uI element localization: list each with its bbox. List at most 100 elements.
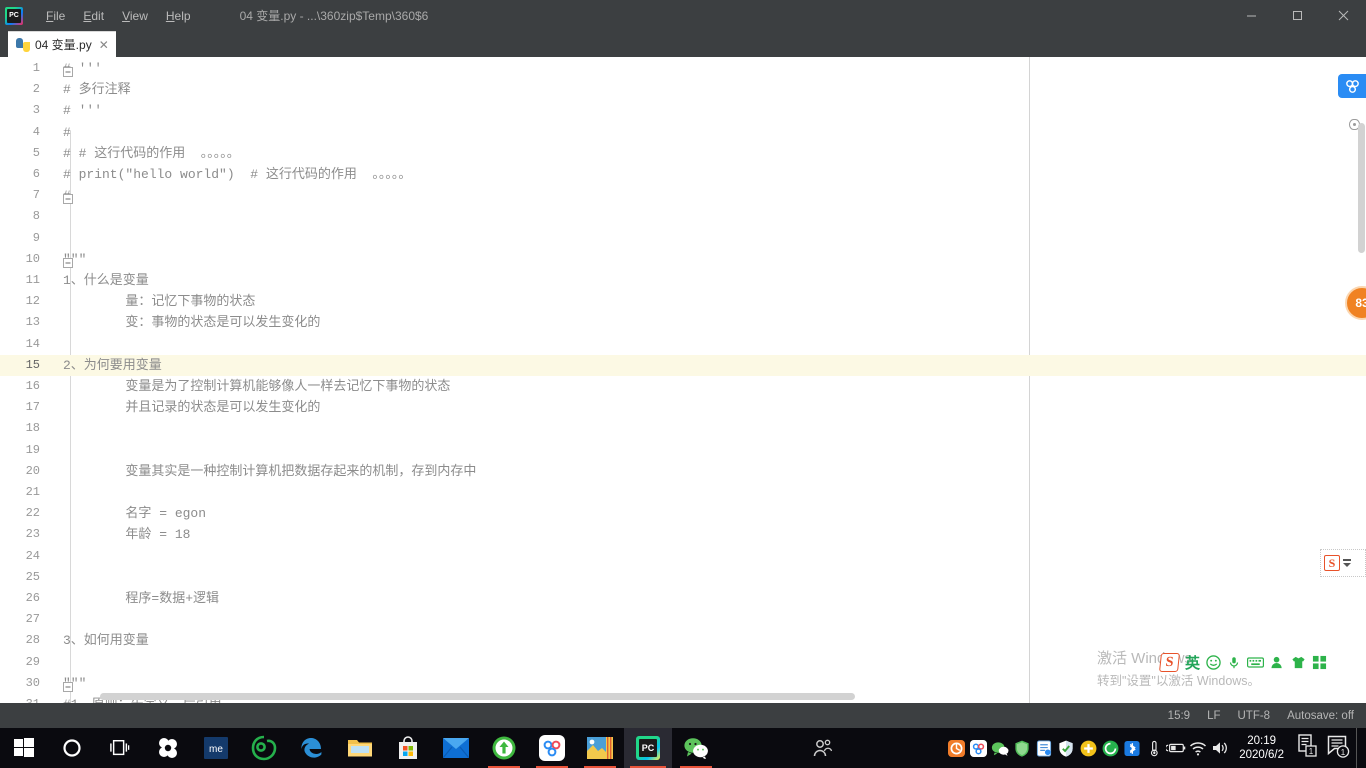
tray-volume[interactable]: [1209, 728, 1231, 768]
start-button[interactable]: [0, 728, 48, 768]
baidu-netdisk-float-button[interactable]: [1338, 74, 1366, 98]
tray-temperature[interactable]: [1143, 728, 1165, 768]
code-line[interactable]: 25: [0, 567, 1366, 588]
code-line[interactable]: 17 并且记录的状态是可以发生变化的: [0, 397, 1366, 418]
line-separator[interactable]: LF: [1207, 710, 1220, 722]
code-line[interactable]: 23 年龄 = 18: [0, 524, 1366, 545]
code-line[interactable]: 22 名字 = egon: [0, 503, 1366, 524]
tray-battery[interactable]: [1165, 728, 1187, 768]
tray-wechat[interactable]: [989, 728, 1011, 768]
people-icon: [813, 739, 833, 757]
code-line[interactable]: 14: [0, 334, 1366, 355]
code-line[interactable]: 19: [0, 440, 1366, 461]
code-lines[interactable]: 1 # ''' 2 # 多行注释 3 # ''' 4 #5 # # 这行代码的作用 。。。。。 6…: [0, 57, 1366, 703]
code-line[interactable]: 12 量：记忆下事物的状态: [0, 291, 1366, 312]
menu-item-edit[interactable]: Edit: [74, 5, 113, 27]
code-line[interactable]: 9: [0, 228, 1366, 249]
taskbar-clock[interactable]: 20:19 2020/6/2: [1231, 734, 1292, 762]
tray-360-shield[interactable]: [1011, 728, 1033, 768]
line-text: 名字 = egon: [63, 506, 207, 522]
minimize-button[interactable]: [1228, 0, 1274, 31]
horizontal-scrollbar[interactable]: [100, 693, 855, 700]
keyboard-icon[interactable]: [1247, 656, 1265, 669]
code-line[interactable]: 13 变：事物的状态是可以发生变化的: [0, 312, 1366, 333]
maximize-button[interactable]: [1274, 0, 1320, 31]
taskbar-app-pinwheel[interactable]: [144, 728, 192, 768]
code-line[interactable]: 7#: [0, 185, 1366, 206]
close-icon[interactable]: ✕: [97, 39, 109, 51]
code-editor[interactable]: 1 # ''' 2 # 多行注释 3 # ''' 4 #5 # # 这行代码的作用 。。。。。 6…: [0, 57, 1366, 703]
cortana-search-button[interactable]: [48, 728, 96, 768]
taskbar-app-thunder[interactable]: [480, 728, 528, 768]
tray-driver[interactable]: [1033, 728, 1055, 768]
autosave-status[interactable]: Autosave: off: [1287, 710, 1354, 722]
code-line[interactable]: 8: [0, 206, 1366, 227]
taskbar-app-edge[interactable]: [288, 728, 336, 768]
toolbox-icon[interactable]: [1312, 655, 1327, 670]
taskbar-app-mail[interactable]: [432, 728, 480, 768]
code-line[interactable]: 1 # ''': [0, 58, 1366, 79]
taskbar-app-explorer[interactable]: [336, 728, 384, 768]
code-line[interactable]: 4 #: [0, 122, 1366, 143]
code-line[interactable]: 3 # ''': [0, 100, 1366, 121]
show-desktop-button[interactable]: [1356, 728, 1362, 768]
menu-item-help[interactable]: Help: [157, 5, 200, 27]
fold-collapse-icon[interactable]: [63, 679, 73, 692]
ime-mode-toggle[interactable]: 英: [1185, 652, 1200, 673]
fold-collapse-icon[interactable]: [63, 191, 73, 205]
smiley-icon[interactable]: [1206, 654, 1221, 670]
sogou-logo-icon[interactable]: S: [1159, 652, 1180, 672]
tray-network[interactable]: [1187, 728, 1209, 768]
taskbar-app-pycharm[interactable]: PC: [624, 728, 672, 768]
microphone-icon[interactable]: [1227, 655, 1241, 670]
code-line[interactable]: 6 # print("hello world") # 这行代码的作用 。。。。。: [0, 164, 1366, 185]
fold-expand-icon[interactable]: [63, 64, 73, 77]
code-line[interactable]: 5 # # 这行代码的作用 。。。。。: [0, 143, 1366, 164]
code-line[interactable]: 27: [0, 609, 1366, 630]
close-button[interactable]: [1320, 0, 1366, 31]
code-line[interactable]: 11 1、什么是变量: [0, 270, 1366, 291]
tray-baidu-netdisk[interactable]: [967, 728, 989, 768]
user-icon[interactable]: [1270, 655, 1285, 670]
sogou-ime-float[interactable]: S: [1320, 549, 1366, 577]
sogou-ime-toolbar[interactable]: S 英: [1159, 651, 1327, 673]
task-view-icon: [110, 740, 130, 756]
task-view-button[interactable]: [96, 728, 144, 768]
code-line[interactable]: 15 2、为何要用变量: [0, 354, 1366, 376]
taskbar-app-youdao[interactable]: [240, 728, 288, 768]
tray-360-speed[interactable]: [945, 728, 967, 768]
vertical-scrollbar[interactable]: [1358, 123, 1365, 253]
editor-tab[interactable]: 04 变量.py ✕: [8, 31, 116, 57]
taskbar-app-picture-tool[interactable]: [576, 728, 624, 768]
fold-expand-icon[interactable]: [63, 255, 73, 268]
code-line[interactable]: 28 3、如何用变量: [0, 630, 1366, 651]
taskbar-app-people[interactable]: [798, 728, 846, 768]
tray-ime-pad[interactable]: 1: [1296, 733, 1320, 763]
taskbar-app-wechat[interactable]: [672, 728, 720, 768]
code-line[interactable]: 20 变量其实是一种控制计算机把数据存起来的机制，存到内存中: [0, 461, 1366, 482]
sogou-expand-icon[interactable]: [1343, 559, 1351, 567]
window-title: 04 变量.py - ...\360zip$Temp\360$6: [239, 9, 429, 23]
tray-bluetooth[interactable]: [1121, 728, 1143, 768]
green-swirl-icon: [1102, 740, 1119, 756]
code-line[interactable]: 26 程序=数据+逻辑: [0, 588, 1366, 609]
code-line[interactable]: 30 """: [0, 673, 1366, 694]
taskbar-app-store[interactable]: [384, 728, 432, 768]
tray-360-plus[interactable]: [1077, 728, 1099, 768]
taskbar-app-baidu-netdisk[interactable]: [528, 728, 576, 768]
file-encoding[interactable]: UTF-8: [1237, 710, 1270, 722]
code-line[interactable]: 24: [0, 546, 1366, 567]
menu-item-view[interactable]: View: [113, 5, 157, 27]
caret-position[interactable]: 15:9: [1168, 710, 1190, 722]
code-line[interactable]: 2 # 多行注释: [0, 79, 1366, 100]
menu-item-file[interactable]: File: [37, 5, 74, 27]
code-line[interactable]: 16 变量是为了控制计算机能够像人一样去记忆下事物的状态: [0, 376, 1366, 397]
tray-youdao[interactable]: [1099, 728, 1121, 768]
code-line[interactable]: 21: [0, 482, 1366, 503]
taskbar-app-me[interactable]: me: [192, 728, 240, 768]
code-line[interactable]: 10 """: [0, 249, 1366, 270]
skin-icon[interactable]: [1291, 655, 1306, 670]
tray-defender[interactable]: [1055, 728, 1077, 768]
action-center-button[interactable]: 1: [1326, 734, 1350, 763]
code-line[interactable]: 18: [0, 418, 1366, 439]
